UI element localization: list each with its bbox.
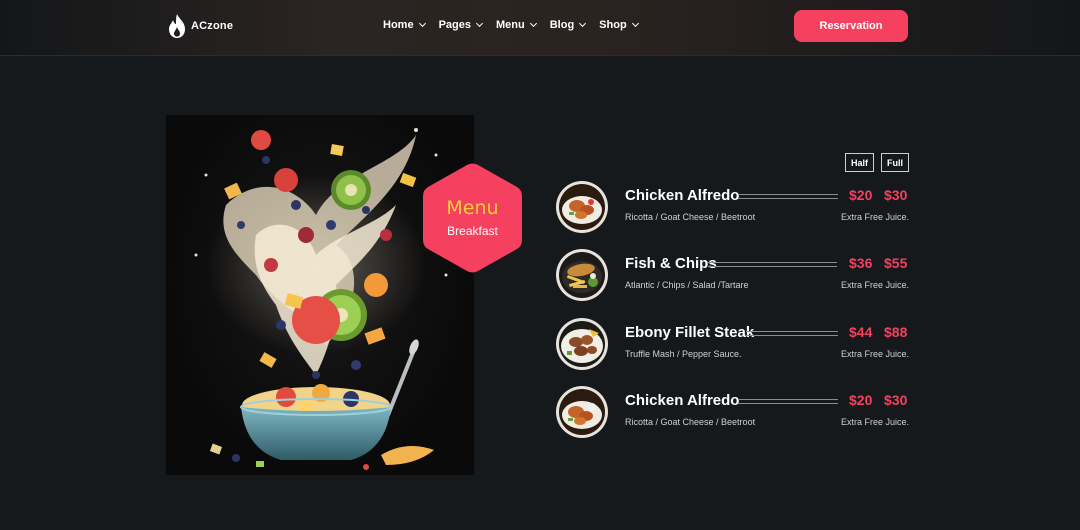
dish-name: Chicken Alfredo (625, 392, 740, 409)
site-header: ACzone Home Pages Menu Blog Shop Reserva… (0, 0, 1080, 56)
badge-subtitle: Breakfast (447, 224, 498, 238)
dish-extra: Extra Free Juice. (840, 349, 909, 359)
dish-name: Chicken Alfredo (625, 187, 740, 204)
nav-item-label: Shop (599, 19, 627, 31)
chevron-down-icon (529, 19, 537, 28)
price-full: $88 (884, 324, 908, 340)
price-half: $20 (849, 187, 873, 203)
menu-item[interactable]: Ebony Fillet Steak $44 $88 Truffle Mash … (556, 318, 910, 370)
dotted-divider (738, 194, 838, 199)
size-tag-half: Half (845, 153, 874, 172)
dotted-divider (708, 262, 837, 267)
price-half: $36 (849, 255, 873, 271)
main-nav: Home Pages Menu Blog Shop (383, 19, 639, 31)
nav-item-label: Blog (549, 19, 575, 31)
nav-item-label: Menu (495, 19, 525, 31)
dish-description: Atlantic / Chips / Salad /Tartare (625, 280, 749, 290)
dish-extra: Extra Free Juice. (840, 417, 909, 427)
price-full: $55 (884, 255, 908, 271)
nav-item-label: Home (383, 19, 414, 31)
chevron-down-icon (579, 19, 587, 28)
reservation-button[interactable]: Reservation (794, 10, 908, 42)
nav-item-label: Pages (438, 19, 471, 31)
menu-item[interactable]: Chicken Alfredo $20 $30 Ricotta / Goat C… (556, 386, 910, 438)
nav-item-blog[interactable]: Blog (549, 19, 587, 31)
badge-title: Menu (446, 197, 499, 219)
menu-item[interactable]: Fish & Chips $36 $55 Atlantic / Chips / … (556, 249, 910, 301)
dish-description: Ricotta / Goat Cheese / Beetroot (625, 417, 756, 427)
nav-item-menu[interactable]: Menu (495, 19, 537, 31)
price-half: $20 (849, 392, 873, 408)
dish-extra: Extra Free Juice. (840, 280, 909, 290)
price-half: $44 (849, 324, 873, 340)
chevron-down-icon (418, 19, 426, 28)
nav-item-home[interactable]: Home (383, 19, 426, 31)
chevron-down-icon (475, 19, 484, 28)
dish-name: Fish & Chips (625, 255, 717, 272)
dish-thumbnail (556, 181, 608, 233)
size-tag-full: Full (881, 153, 909, 172)
dish-thumbnail (556, 249, 608, 301)
brand-logo[interactable]: ACzone (167, 13, 233, 39)
nav-item-pages[interactable]: Pages (438, 19, 484, 31)
dish-description: Ricotta / Goat Cheese / Beetroot (625, 212, 756, 222)
menu-item[interactable]: Chicken Alfredo $20 $30 Ricotta / Goat C… (556, 181, 910, 233)
menu-category-badge: Menu Breakfast (421, 161, 524, 275)
dish-extra: Extra Free Juice. (840, 212, 909, 222)
chevron-down-icon (631, 19, 639, 28)
dish-thumbnail (556, 318, 608, 370)
flame-icon (169, 14, 185, 38)
price-full: $30 (884, 187, 908, 203)
dotted-divider (738, 399, 838, 404)
dish-description: Truffle Mash / Pepper Sauce. (625, 349, 742, 359)
price-full: $30 (884, 392, 908, 408)
brand-name: ACzone (191, 20, 234, 32)
dish-name: Ebony Fillet Steak (625, 324, 755, 341)
nav-item-shop[interactable]: Shop (599, 19, 639, 31)
dotted-divider (746, 331, 838, 336)
dish-thumbnail (556, 386, 608, 438)
